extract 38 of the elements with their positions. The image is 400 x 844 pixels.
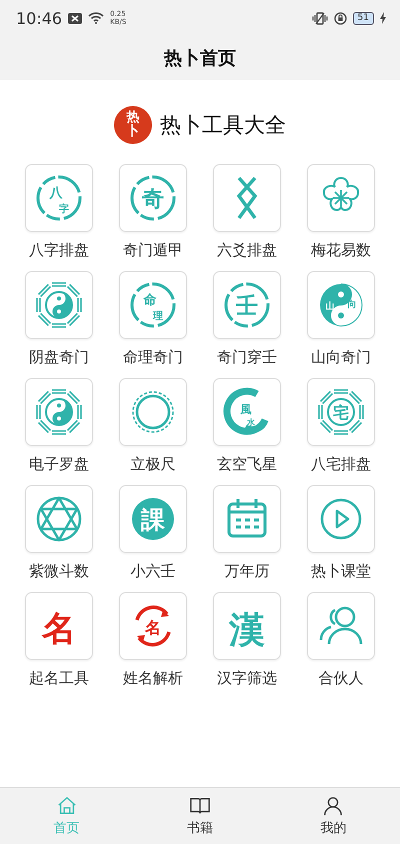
tool-button[interactable]: 万年历 <box>200 485 294 581</box>
user-icon <box>322 795 344 817</box>
tool-button[interactable]: 名 起名工具 <box>12 592 106 688</box>
tool-button[interactable]: 八字 八字排盘 <box>12 164 106 260</box>
tool-button[interactable]: 热卜课堂 <box>294 485 388 581</box>
rotation-lock-icon <box>334 12 347 24</box>
tool-button[interactable]: 課 小六壬 <box>106 485 200 581</box>
tool-button[interactable]: 立极尺 <box>106 378 200 474</box>
home-icon <box>56 795 78 817</box>
seal-icon: 名 <box>33 600 85 652</box>
battery-icon: 51 <box>352 12 374 24</box>
tool-button[interactable]: 奇 奇门遁甲 <box>106 164 200 260</box>
tool-button[interactable]: 六爻排盘 <box>200 164 294 260</box>
tool-button[interactable]: 名 姓名解析 <box>106 592 200 688</box>
brand-logo: 热卜 <box>114 106 152 144</box>
notification-icon <box>68 12 82 24</box>
clock-time: 10:46 <box>16 8 62 28</box>
vibrate-icon <box>312 12 328 24</box>
tool-button[interactable]: 宅 八宅排盘 <box>294 378 388 474</box>
yin-yang-icon <box>33 386 85 438</box>
tab-button[interactable]: 书籍 <box>133 788 267 844</box>
tab-button[interactable]: 我的 <box>266 788 400 844</box>
charging-icon <box>380 12 386 24</box>
wifi-icon <box>88 12 104 24</box>
tool-button[interactable]: 命理 命理奇门 <box>106 271 200 367</box>
brand-title: 热卜工具大全 <box>160 112 286 139</box>
seal-icon: 漢 <box>221 600 273 652</box>
tool-button[interactable]: 合伙人 <box>294 592 388 688</box>
tool-button[interactable]: 風水 玄空飞星 <box>200 378 294 474</box>
tool-button[interactable]: 紫微斗数 <box>12 485 106 581</box>
yin-yang-icon <box>33 279 85 331</box>
tool-button[interactable]: 梅花易数 <box>294 164 388 260</box>
page-title: 热卜首页 <box>164 47 236 70</box>
tool-button[interactable]: 阴盘奇门 <box>12 271 106 367</box>
tool-button[interactable]: 山向 山向奇门 <box>294 271 388 367</box>
tool-button[interactable]: 电子罗盘 <box>12 378 106 474</box>
tool-button[interactable]: 壬 奇门穿壬 <box>200 271 294 367</box>
tool-button[interactable]: 漢 汉字筛选 <box>200 592 294 688</box>
